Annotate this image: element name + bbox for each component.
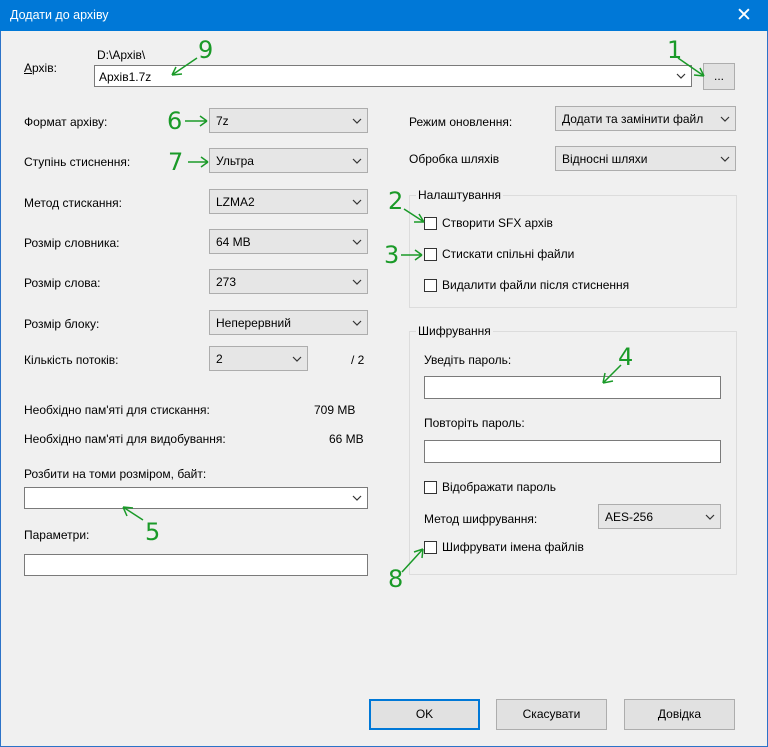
arrow-6 [185, 115, 208, 127]
annotation-1: 1 [667, 36, 683, 64]
annotation-arrows [122, 57, 705, 573]
arrow-9 [171, 57, 198, 76]
annotation-9: 9 [198, 36, 214, 64]
arrow-7 [188, 156, 209, 168]
arrow-8 [401, 548, 424, 573]
annotation-2: 2 [388, 187, 404, 215]
arrow-5 [122, 506, 144, 521]
annotation-6: 6 [167, 107, 183, 135]
annotation-4: 4 [618, 343, 634, 371]
annotation-8: 8 [388, 565, 404, 593]
annotation-5: 5 [145, 518, 161, 546]
arrow-3 [401, 249, 423, 261]
annotation-7: 7 [168, 148, 184, 176]
annotation-3: 3 [384, 241, 400, 269]
arrow-2 [403, 208, 425, 223]
